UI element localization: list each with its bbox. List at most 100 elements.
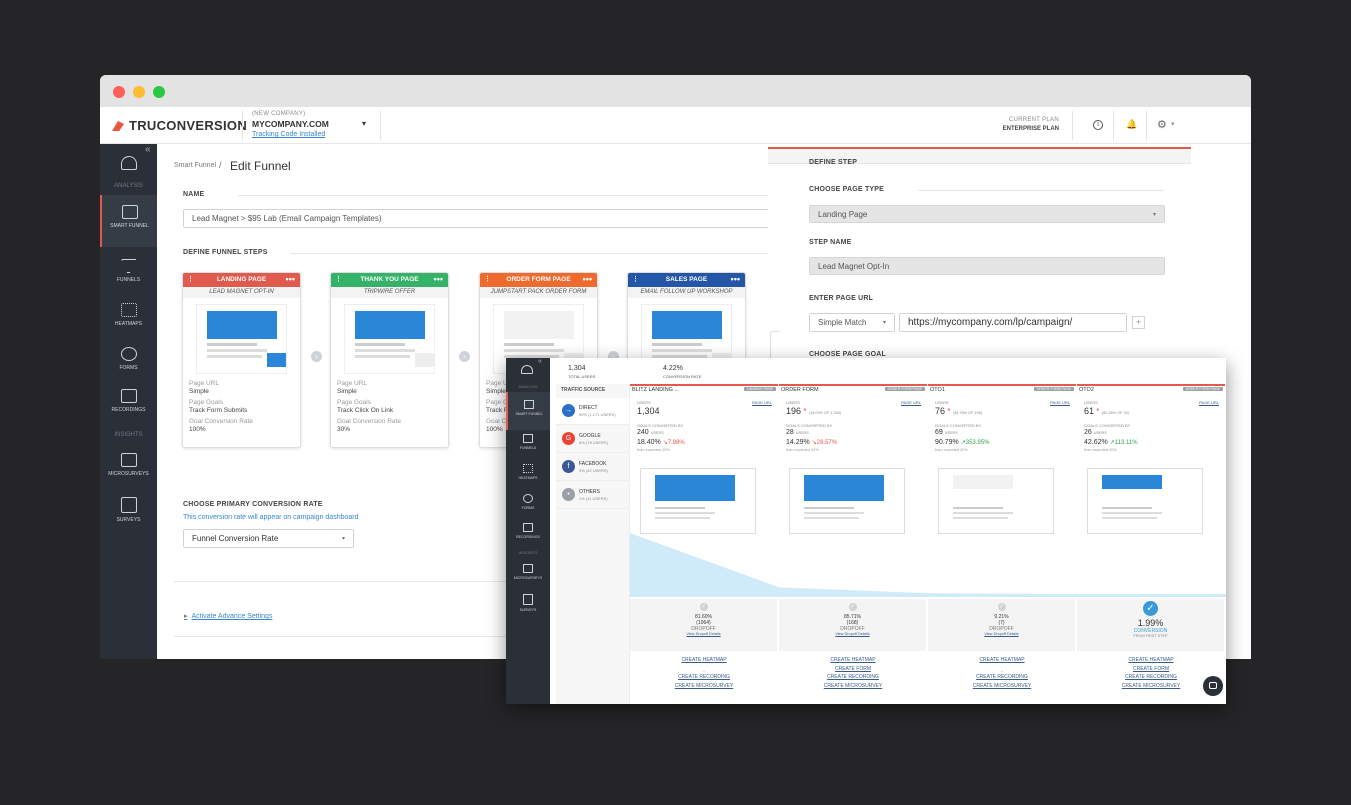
- more-options-icon[interactable]: •••: [286, 273, 295, 286]
- delta: ↗353.95%: [960, 440, 990, 446]
- drag-handle-icon[interactable]: ⋮: [484, 273, 491, 287]
- page-thumbnail[interactable]: [789, 468, 905, 534]
- goals-label: GOALS CONVERTED BY: [935, 423, 982, 428]
- page-thumbnail[interactable]: [938, 468, 1054, 534]
- minimize-window-button[interactable]: [133, 86, 145, 98]
- page-url-link[interactable]: PAGE URL: [1199, 400, 1219, 405]
- page-title: Edit Funnel: [230, 159, 291, 173]
- thumbnail-image: [415, 353, 434, 367]
- sidebar-item-heatmaps[interactable]: HEATMAPS: [506, 464, 550, 480]
- action-link[interactable]: [630, 665, 778, 674]
- more-options-icon[interactable]: •••: [434, 273, 443, 286]
- step-name-input[interactable]: Lead Magnet Opt-In: [809, 257, 1165, 275]
- rate-value: 18.40%: [637, 439, 661, 446]
- view-dropoff-link[interactable]: View Dropoff Details: [928, 632, 1075, 636]
- primary-conversion-label: CHOOSE PRIMARY CONVERSION RATE: [183, 501, 323, 508]
- action-link[interactable]: CREATE MICROSURVEY: [1077, 682, 1225, 691]
- sidebar-item-funnels[interactable]: FUNNELS: [100, 259, 157, 283]
- settings-chevron-down-icon[interactable]: ▾: [1171, 120, 1175, 128]
- company-name[interactable]: MYCOMPANY.COM: [252, 119, 329, 129]
- page-type-select[interactable]: Landing Page ▾: [809, 205, 1165, 223]
- drag-handle-icon[interactable]: ⋮: [632, 273, 639, 287]
- page-url-link[interactable]: PAGE URL: [901, 400, 921, 405]
- funnel-name-input[interactable]: Lead Magnet > $95 Lab (Email Campaign Te…: [183, 209, 773, 228]
- info-icon[interactable]: i: [1093, 120, 1103, 130]
- delta-value: 28.57%: [816, 440, 838, 446]
- traffic-source-item[interactable]: → DIRECT 90% (1,171 USERS): [556, 398, 629, 425]
- action-link[interactable]: CREATE RECORDING: [630, 673, 778, 682]
- gear-icon[interactable]: ⚙: [1157, 118, 1167, 131]
- action-link[interactable]: CREATE RECORDING: [779, 673, 927, 682]
- action-link[interactable]: CREATE MICROSURVEY: [928, 682, 1076, 691]
- action-link[interactable]: [928, 665, 1076, 674]
- traffic-source-item[interactable]: G GOOGLE 6% (78 USERS): [556, 426, 629, 453]
- page-thumbnail[interactable]: [640, 468, 756, 534]
- sidebar-item-recordings[interactable]: RECORDINGS: [506, 523, 550, 539]
- source-icon: •: [562, 488, 575, 501]
- source-name: OTHERS: [579, 489, 600, 495]
- step-type: THANK YOU PAGE: [360, 276, 419, 283]
- sidebar-item-forms[interactable]: FORMS: [506, 494, 550, 510]
- users-extra: (80.26% OF 76): [1101, 411, 1129, 415]
- close-window-button[interactable]: [113, 86, 125, 98]
- add-url-button[interactable]: +: [1132, 316, 1145, 329]
- tracking-code-link[interactable]: Tracking Code Installed: [252, 131, 325, 138]
- traffic-source-item[interactable]: f FACEBOOK 3% (42 USERS): [556, 454, 629, 481]
- drag-handle-icon[interactable]: ⋮: [335, 273, 342, 287]
- view-dropoff-link[interactable]: View Dropoff Details: [630, 632, 777, 636]
- traffic-source-item[interactable]: • OTHERS 1% (11 USERS): [556, 482, 629, 509]
- sidebar-item-surveys[interactable]: SURVEYS: [100, 497, 157, 523]
- action-link[interactable]: CREATE MICROSURVEY: [630, 682, 778, 691]
- action-link[interactable]: CREATE RECORDING: [1077, 673, 1225, 682]
- action-link[interactable]: CREATE MICROSURVEY: [779, 682, 927, 691]
- sidebar-item-dashboard[interactable]: [100, 156, 157, 174]
- collapse-sidebar-icon[interactable]: «: [145, 144, 151, 155]
- page-url-input[interactable]: https://mycompany.com/lp/campaign/: [899, 313, 1127, 332]
- more-options-icon[interactable]: •••: [731, 273, 740, 286]
- bell-icon[interactable]: 🔔: [1126, 119, 1137, 130]
- primary-conversion-select[interactable]: Funnel Conversion Rate ▾: [183, 529, 354, 548]
- sidebar-item-funnels[interactable]: FUNNELS: [506, 434, 550, 450]
- action-link[interactable]: CREATE HEATMAP: [928, 656, 1076, 665]
- page-url-link[interactable]: PAGE URL: [752, 400, 772, 405]
- action-link[interactable]: CREATE FORM: [1077, 665, 1225, 674]
- funnel-icon: [523, 434, 533, 443]
- action-link[interactable]: CREATE FORM: [779, 665, 927, 674]
- funnel-step-card[interactable]: ⋮ THANK YOU PAGE ••• TRIPWIRE OFFER Page U…: [330, 272, 449, 448]
- sidebar-item-smart-funnel[interactable]: SMART FUNNEL: [100, 195, 157, 247]
- action-link[interactable]: CREATE HEATMAP: [630, 656, 778, 665]
- collapse-sidebar-icon[interactable]: «: [538, 358, 542, 365]
- company-dropdown-chevron-icon[interactable]: ▾: [362, 119, 366, 128]
- delta-value: 7.98%: [667, 440, 685, 446]
- match-type-select[interactable]: Simple Match ▾: [809, 313, 895, 332]
- zoom-window-button[interactable]: [153, 86, 165, 98]
- sidebar-item-forms[interactable]: FORMS: [100, 347, 157, 371]
- advanced-settings-link[interactable]: ▸ Activate Advance Settings: [184, 612, 272, 620]
- more-options-icon[interactable]: •••: [583, 273, 592, 286]
- action-links: CREATE HEATMAP CREATE RECORDING CREATE MI…: [630, 656, 778, 690]
- sidebar-item-heatmaps[interactable]: HEATMAPS: [100, 303, 157, 327]
- breadcrumb-parent[interactable]: Smart Funnel: [174, 162, 216, 169]
- step-name-label: STEP NAME: [809, 239, 852, 246]
- drag-handle-icon[interactable]: ⋮: [187, 273, 194, 287]
- sidebar-item-microsurveys[interactable]: MICROSURVEYS: [506, 564, 550, 580]
- dashboard-icon[interactable]: [521, 365, 533, 374]
- funnel-step-card[interactable]: ⋮ LANDING PAGE ••• LEAD MAGNET OPT-IN Page…: [182, 272, 301, 448]
- define-funnel-steps-label: DEFINE FUNNEL STEPS: [183, 249, 268, 256]
- action-link[interactable]: CREATE RECORDING: [928, 673, 1076, 682]
- sidebar-item-surveys[interactable]: SURVEYS: [506, 594, 550, 612]
- page-thumbnail[interactable]: [1087, 468, 1203, 534]
- step-header: ⋮ LANDING PAGE •••: [183, 273, 300, 287]
- divider: [290, 253, 768, 254]
- sidebar-item-smart-funnel[interactable]: SMART FUNNEL: [506, 392, 550, 430]
- action-link[interactable]: CREATE HEATMAP: [779, 656, 927, 665]
- sidebar-item-microsurveys[interactable]: MICROSURVEYS: [100, 453, 157, 477]
- page-url-link[interactable]: PAGE URL: [1050, 400, 1070, 405]
- source-icon: G: [562, 432, 575, 445]
- step-type: SALES PAGE: [665, 276, 708, 283]
- action-link[interactable]: CREATE HEATMAP: [1077, 656, 1225, 665]
- sidebar-item-label: RECORDINGS: [516, 535, 540, 539]
- sidebar-item-recordings[interactable]: RECORDINGS: [100, 389, 157, 413]
- divider: [238, 195, 768, 196]
- view-dropoff-link[interactable]: View Dropoff Details: [779, 632, 926, 636]
